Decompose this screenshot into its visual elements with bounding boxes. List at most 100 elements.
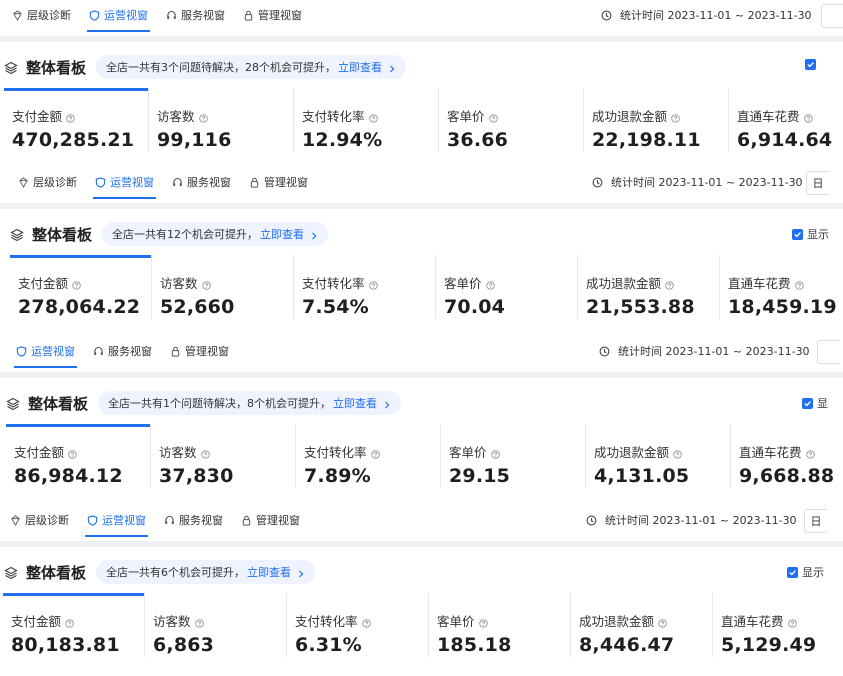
notice-text: 全店一共有6个机会可提升， xyxy=(106,566,246,579)
view-now-label: 立即查看 xyxy=(247,566,292,579)
tab-label: 管理视窗 xyxy=(264,176,308,189)
view-now-link[interactable]: 立即查看 xyxy=(247,564,305,580)
metric-label: 支付转化率 xyxy=(302,109,365,124)
question-circle-icon[interactable] xyxy=(805,447,815,459)
view-now-link[interactable]: 立即查看 xyxy=(338,59,396,75)
tab-operations-view[interactable]: 运营视窗 xyxy=(85,505,148,537)
question-circle-icon[interactable] xyxy=(368,278,378,290)
metric-card-refund[interactable]: 成功退款金额 22,198.11 xyxy=(584,88,729,152)
question-circle-icon[interactable] xyxy=(787,616,797,628)
chevron-right-icon xyxy=(388,63,396,73)
clock-icon xyxy=(601,10,612,21)
tab-label: 运营视窗 xyxy=(104,9,148,22)
question-circle-icon[interactable] xyxy=(671,111,680,123)
checkmark-icon xyxy=(802,397,813,409)
display-toggle[interactable]: 显示 xyxy=(792,226,829,242)
tab-operations-view[interactable]: 运营视窗 xyxy=(14,336,77,368)
question-circle-icon[interactable] xyxy=(198,111,208,123)
metric-card-conversion-rate[interactable]: 支付转化率 12.94% xyxy=(294,88,439,152)
question-circle-icon[interactable] xyxy=(794,278,804,290)
metric-card-pay-amount[interactable]: 支付金额 86,984.12 xyxy=(6,424,151,488)
metric-value: 52,660 xyxy=(160,296,235,318)
dashboard-panel-4: 层级诊断 运营视窗 服务视窗 管理视窗 统计时间 2023-11-01 ~ 20… xyxy=(0,505,843,675)
date-granularity-select[interactable] xyxy=(821,4,843,28)
tab-service-view[interactable]: 服务视窗 xyxy=(164,505,223,535)
metric-card-ad-spend[interactable]: 直通车花费 18,459.19 xyxy=(720,255,843,319)
tab-management-view[interactable]: 管理视窗 xyxy=(243,0,302,30)
view-now-label: 立即查看 xyxy=(260,228,305,241)
layers-icon xyxy=(4,565,18,580)
metric-card-conversion-rate[interactable]: 支付转化率 6.31% xyxy=(287,593,429,657)
display-toggle[interactable] xyxy=(805,59,820,70)
question-circle-icon[interactable] xyxy=(361,616,371,628)
tab-level-diagnosis[interactable]: 层级诊断 xyxy=(10,505,69,535)
question-circle-icon[interactable] xyxy=(478,616,488,628)
metric-card-conversion-rate[interactable]: 支付转化率 7.54% xyxy=(294,255,436,319)
clock-icon xyxy=(586,515,597,526)
question-circle-icon[interactable] xyxy=(368,111,378,123)
lock-icon xyxy=(170,346,181,357)
view-now-link[interactable]: 立即查看 xyxy=(260,226,318,242)
notice-text: 全店一共有3个问题待解决，28个机会可提升， xyxy=(106,61,337,74)
question-circle-icon[interactable] xyxy=(665,278,674,290)
display-toggle[interactable]: 显示 xyxy=(787,564,824,580)
metric-card-ad-spend[interactable]: 直通车花费 6,914.64 xyxy=(729,88,843,152)
question-circle-icon[interactable] xyxy=(488,111,498,123)
question-circle-icon[interactable] xyxy=(490,447,500,459)
tab-operations-view[interactable]: 运营视窗 xyxy=(93,167,156,199)
tab-management-view[interactable]: 管理视窗 xyxy=(170,336,229,366)
tab-level-diagnosis[interactable]: 层级诊断 xyxy=(18,167,77,197)
opportunity-notice: 全店一共有6个机会可提升， 立即查看 xyxy=(96,560,316,584)
tab-service-view[interactable]: 服务视窗 xyxy=(166,0,225,30)
tab-operations-view[interactable]: 运营视窗 xyxy=(87,0,150,32)
tab-service-view[interactable]: 服务视窗 xyxy=(172,167,231,197)
question-circle-icon[interactable] xyxy=(66,111,75,123)
metric-card-avg-order[interactable]: 客单价 36.66 xyxy=(439,88,584,152)
chevron-right-icon xyxy=(383,399,391,409)
tab-label: 管理视窗 xyxy=(185,345,229,358)
metric-card-avg-order[interactable]: 客单价 185.18 xyxy=(429,593,571,657)
metric-label: 客单价 xyxy=(437,614,475,629)
question-circle-icon[interactable] xyxy=(200,447,210,459)
shield-icon xyxy=(95,176,106,188)
board-title: 整体看板 xyxy=(26,563,87,582)
metric-card-avg-order[interactable]: 客单价 29.15 xyxy=(441,424,586,488)
metric-card-refund[interactable]: 成功退款金额 21,553.88 xyxy=(578,255,720,319)
metric-card-pay-amount[interactable]: 支付金额 470,285.21 xyxy=(4,88,149,152)
display-toggle[interactable]: 显 xyxy=(802,395,828,411)
tab-management-view[interactable]: 管理视窗 xyxy=(249,167,308,197)
tab-label: 层级诊断 xyxy=(25,514,69,527)
date-granularity-select[interactable]: 日 xyxy=(804,509,827,533)
view-now-link[interactable]: 立即查看 xyxy=(333,395,391,411)
metric-card-conversion-rate[interactable]: 支付转化率 7.89% xyxy=(296,424,441,488)
tab-level-diagnosis[interactable]: 层级诊断 xyxy=(12,0,71,30)
metric-card-pay-amount[interactable]: 支付金额 278,064.22 xyxy=(10,255,152,319)
question-circle-icon[interactable] xyxy=(65,616,74,628)
metric-card-visitors[interactable]: 访客数 52,660 xyxy=(152,255,294,319)
metric-label: 支付金额 xyxy=(14,445,65,460)
metric-card-ad-spend[interactable]: 直通车花费 5,129.49 xyxy=(713,593,843,657)
board-header: 整体看板 全店一共有1个问题待解决，8个机会可提升， 立即查看 显 xyxy=(0,390,843,416)
metric-card-visitors[interactable]: 访客数 6,863 xyxy=(145,593,287,657)
date-granularity-select[interactable] xyxy=(817,340,840,364)
metric-card-avg-order[interactable]: 客单价 70.04 xyxy=(436,255,578,319)
question-circle-icon[interactable] xyxy=(658,616,667,628)
question-circle-icon[interactable] xyxy=(201,278,211,290)
question-circle-icon[interactable] xyxy=(803,111,813,123)
question-circle-icon[interactable] xyxy=(194,616,204,628)
question-circle-icon[interactable] xyxy=(673,447,682,459)
question-circle-icon[interactable] xyxy=(72,278,81,290)
question-circle-icon[interactable] xyxy=(370,447,380,459)
metric-card-visitors[interactable]: 访客数 99,116 xyxy=(149,88,294,152)
shield-icon xyxy=(16,345,27,357)
date-granularity-select[interactable]: 日 xyxy=(806,171,829,195)
tab-service-view[interactable]: 服务视窗 xyxy=(93,336,152,366)
tab-management-view[interactable]: 管理视窗 xyxy=(241,505,300,535)
metric-card-pay-amount[interactable]: 支付金额 80,183.81 xyxy=(3,593,145,657)
metric-card-visitors[interactable]: 访客数 37,830 xyxy=(151,424,296,488)
question-circle-icon[interactable] xyxy=(68,447,77,459)
metric-card-refund[interactable]: 成功退款金额 4,131.05 xyxy=(586,424,731,488)
question-circle-icon[interactable] xyxy=(485,278,495,290)
metric-card-ad-spend[interactable]: 直通车花费 9,668.88 xyxy=(731,424,843,488)
metric-card-refund[interactable]: 成功退款金额 8,446.47 xyxy=(571,593,713,657)
